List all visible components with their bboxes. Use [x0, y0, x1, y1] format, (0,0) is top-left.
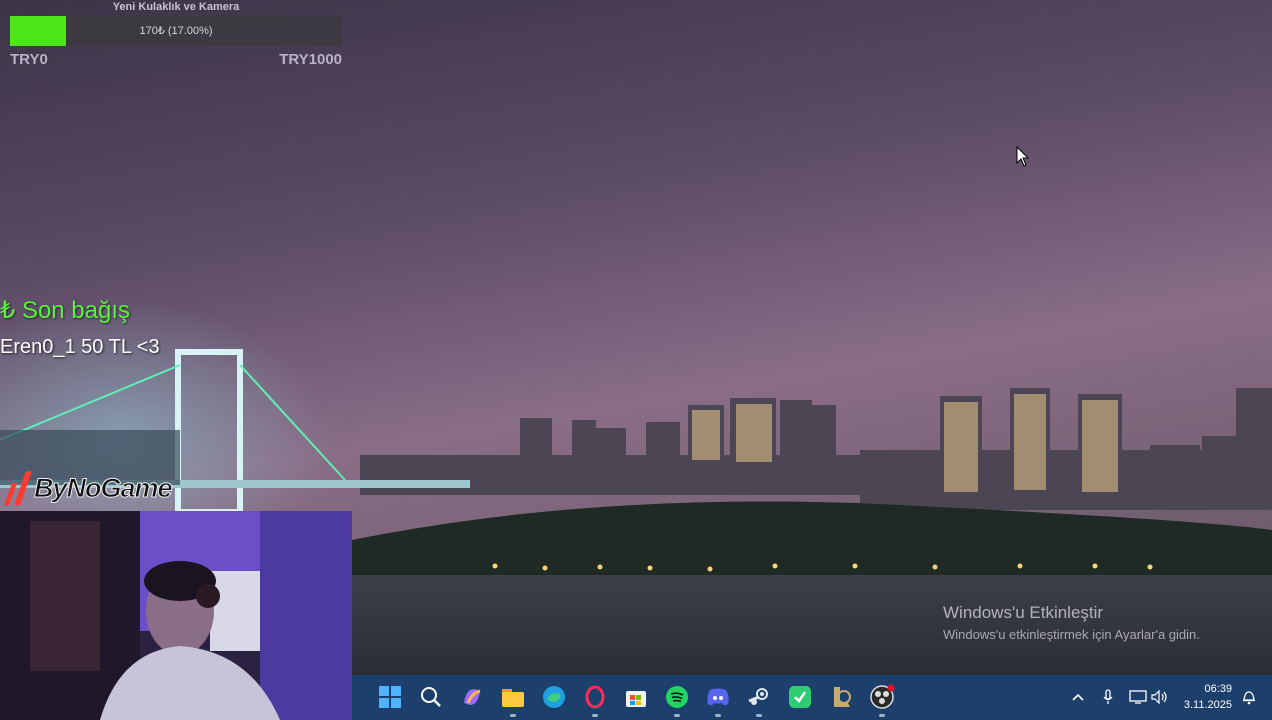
- notification-bell-icon[interactable]: [1239, 687, 1259, 707]
- clock-date[interactable]: 3.11.2025: [1184, 699, 1232, 711]
- goal-progress-bar: 170₺ (17.00%): [10, 16, 342, 46]
- donation-goal-widget: Yeni Kulaklık ve Kamera 170₺ (17.00%) TR…: [0, 0, 352, 72]
- taskbar: 06:39 3.11.2025: [352, 675, 1272, 720]
- windows-activation-subtitle: Windows'u etkinleştirmek için Ayarlar'a …: [943, 627, 1200, 642]
- goal-progress-text: 170₺ (17.00%): [139, 25, 213, 37]
- microsoft-store-icon[interactable]: [621, 682, 651, 712]
- running-indicator: [756, 714, 762, 717]
- steam-icon[interactable]: [744, 682, 774, 717]
- copilot-icon[interactable]: [457, 682, 487, 712]
- last-donation-text: Eren0_1 50 TL <3: [0, 336, 160, 358]
- opera-gx-icon[interactable]: [580, 682, 610, 717]
- edge-icon[interactable]: [539, 682, 569, 712]
- goal-title: Yeni Kulaklık ve Kamera: [112, 1, 240, 13]
- search-icon[interactable]: [416, 682, 446, 712]
- app-icon[interactable]: [785, 682, 815, 712]
- logo-slash-icon: [4, 471, 32, 505]
- goal-min-label: TRY0: [10, 51, 48, 68]
- running-indicator: [674, 714, 680, 717]
- windows-start-icon[interactable]: [375, 682, 405, 712]
- windows-activation-title: Windows'u Etkinleştir: [943, 603, 1104, 622]
- logo-text: ByNoGame: [34, 472, 174, 503]
- file-explorer-icon[interactable]: [498, 682, 528, 717]
- bynogame-logo: ByNoGame: [4, 470, 174, 506]
- goal-max-label: TRY1000: [279, 51, 342, 68]
- running-indicator: [510, 714, 516, 717]
- last-donation-title: ₺ Son bağış: [0, 297, 131, 324]
- webcam-feed: [0, 511, 352, 720]
- chevron-up-icon[interactable]: [1068, 687, 1088, 707]
- obs-icon[interactable]: [867, 682, 897, 717]
- discord-icon[interactable]: [703, 682, 733, 717]
- running-indicator: [592, 714, 598, 717]
- spotify-icon[interactable]: [662, 682, 692, 717]
- microphone-icon[interactable]: [1098, 687, 1118, 707]
- running-indicator: [715, 714, 721, 717]
- league-of-legends-icon[interactable]: [826, 682, 856, 712]
- network-icon[interactable]: [1128, 687, 1148, 707]
- clock-time[interactable]: 06:39: [1204, 683, 1232, 695]
- running-indicator: [879, 714, 885, 717]
- volume-icon[interactable]: [1150, 687, 1170, 707]
- mouse-cursor-icon: [1016, 146, 1030, 167]
